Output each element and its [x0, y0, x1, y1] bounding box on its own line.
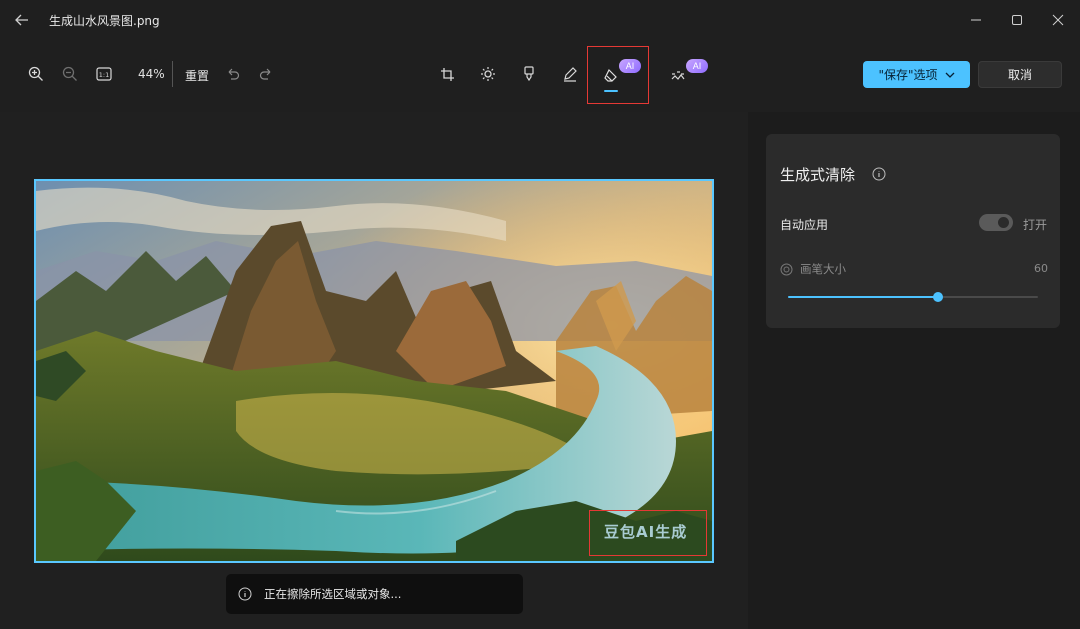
status-toast: 正在擦除所选区域或对象... [226, 574, 523, 614]
brush-size-value: 60 [1034, 262, 1048, 275]
info-icon[interactable] [872, 166, 886, 185]
chevron-down-icon [945, 72, 954, 78]
slider-thumb[interactable] [933, 292, 943, 302]
toast-message: 正在擦除所选区域或对象... [264, 587, 402, 601]
crop-icon[interactable] [433, 60, 461, 88]
selected-tool-indicator [604, 90, 618, 92]
maximize-icon[interactable] [1007, 10, 1027, 30]
auto-apply-label: 自动应用 [780, 218, 829, 232]
ai-badge: AI [686, 59, 708, 73]
panel-title: 生成式清除 [780, 166, 856, 184]
watermark-text[interactable]: 豆包AI生成 [604, 521, 687, 542]
brush-size-icon [780, 261, 793, 280]
reset-button[interactable]: 重置 [185, 67, 209, 84]
landscape-photo[interactable]: 豆包AI生成 [34, 179, 714, 563]
save-options-button[interactable]: "保存"选项 [863, 61, 970, 88]
brightness-icon[interactable] [474, 60, 502, 88]
markup-pen-icon[interactable] [556, 60, 584, 88]
title-bar [0, 0, 1080, 40]
svg-text:1:1: 1:1 [99, 71, 109, 79]
save-options-label: "保存"选项 [878, 68, 938, 82]
slider-fill [788, 296, 938, 298]
info-icon [238, 587, 252, 601]
zoom-in-icon[interactable] [22, 60, 50, 88]
redo-icon[interactable] [252, 60, 280, 88]
toggle-knob [998, 217, 1009, 228]
undo-icon[interactable] [219, 60, 247, 88]
window-title: 生成山水风景图.png [49, 14, 160, 28]
auto-apply-state: 打开 [1023, 218, 1048, 232]
back-arrow-icon[interactable] [12, 10, 32, 30]
actual-size-icon[interactable]: 1:1 [90, 60, 118, 88]
close-icon[interactable] [1048, 10, 1068, 30]
toolbar-divider [172, 61, 173, 87]
auto-apply-toggle[interactable] [979, 214, 1013, 231]
ai-badge: AI [619, 59, 641, 73]
minimize-icon[interactable] [966, 10, 986, 30]
filter-icon[interactable] [515, 60, 543, 88]
landscape-image [36, 181, 712, 561]
brush-size-label: 画笔大小 [800, 262, 846, 276]
zoom-out-icon[interactable] [56, 60, 84, 88]
brush-size-slider[interactable] [788, 292, 1038, 302]
zoom-level: 44% [138, 67, 165, 81]
cancel-button[interactable]: 取消 [978, 61, 1062, 88]
